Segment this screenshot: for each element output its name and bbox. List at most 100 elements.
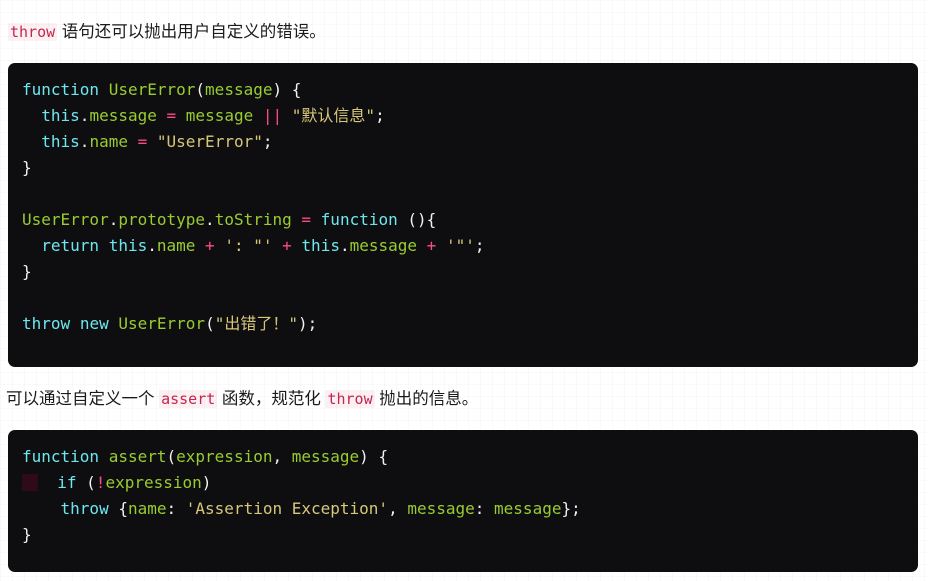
- code-token-punc: {: [108, 499, 128, 518]
- code-line: throw new UserError("出错了！");: [8, 311, 918, 337]
- code-token-param: message: [494, 499, 562, 518]
- code-token-str: ': "': [224, 236, 273, 255]
- paragraph-assert-prefix: 可以通过自定义一个: [6, 390, 160, 408]
- code-token-str: 'Assertion Exception': [185, 499, 389, 518]
- code-line: }: [8, 522, 918, 548]
- code-token-punc: [38, 473, 57, 492]
- code-token-fn: toString: [214, 210, 292, 229]
- code-token-op: =: [301, 210, 312, 229]
- code-token-punc: };: [561, 499, 581, 518]
- code-line: return this.name + ': "' + this.message …: [8, 233, 918, 259]
- code-line: function UserError(message) {: [8, 77, 918, 103]
- inline-code-assert: assert: [159, 390, 218, 408]
- paragraph-throw-intro: throw 语句还可以抛出用户自定义的错误。: [8, 20, 326, 45]
- code-token-kw: this: [301, 236, 340, 255]
- code-token-punc: [195, 236, 205, 255]
- code-block-usererror[interactable]: function UserError(message) { this. messa…: [8, 63, 918, 367]
- code-token-punc: ;: [262, 132, 273, 151]
- code-token-param: expression: [105, 473, 202, 492]
- whitespace-marker: [22, 474, 38, 491]
- inline-code-throw: throw: [8, 23, 58, 41]
- code-token-str: "默认信息": [291, 106, 376, 125]
- code-token-dot: .: [339, 236, 350, 255]
- code-line: this.message = message || "默认信息";: [8, 103, 918, 129]
- code-token-punc: (: [195, 80, 206, 99]
- code-token-dot: .: [79, 106, 90, 125]
- code-token-punc: [176, 106, 186, 125]
- code-token-punc: ) {: [359, 447, 389, 466]
- code-token-prop: name: [89, 132, 128, 151]
- code-token-op: !: [95, 473, 106, 492]
- code-token-punc: [99, 447, 109, 466]
- code-token-punc: ,: [272, 447, 292, 466]
- code-token-punc: );: [297, 314, 318, 333]
- code-token-punc: [128, 132, 138, 151]
- code-token-op: =: [137, 132, 148, 151]
- code-token-punc: ): [201, 473, 212, 492]
- code-token-punc: ;: [474, 236, 485, 255]
- code-token-fn: prototype: [118, 210, 206, 229]
- code-token-punc: [22, 132, 41, 151]
- code-token-param: message: [291, 447, 360, 466]
- code-token-kw: function: [320, 210, 398, 229]
- paragraph-throw-intro-text: 语句还可以抛出用户自定义的错误。: [57, 23, 326, 41]
- code-token-punc: [22, 106, 41, 125]
- code-token-prop: message: [185, 106, 254, 125]
- code-token-punc: [292, 236, 302, 255]
- code-token-punc: (: [76, 473, 96, 492]
- code-token-punc: [215, 236, 225, 255]
- paragraph-assert-intro: 可以通过自定义一个 assert 函数，规范化 throw 抛出的信息。: [6, 387, 478, 412]
- code-token-punc: :: [474, 499, 495, 518]
- code-token-punc: ;: [375, 106, 385, 125]
- code-line: this.name = "UserError";: [8, 129, 918, 155]
- code-token-punc: [22, 236, 41, 255]
- code-token-kw: new: [79, 314, 109, 333]
- code-token-dot: .: [79, 132, 90, 151]
- code-token-param: expression: [176, 447, 273, 466]
- code-token-punc: [273, 236, 283, 255]
- code-line: function assert(expression, message) {: [8, 444, 918, 470]
- code-token-op: =: [166, 106, 177, 125]
- code-line: UserError.prototype.toString = function …: [8, 207, 918, 233]
- paragraph-assert-middle: 函数，规范化: [217, 390, 326, 408]
- code-token-op: ||: [262, 106, 283, 125]
- code-token-punc: [70, 314, 80, 333]
- code-token-kw: throw: [22, 314, 71, 333]
- code-token-prop: name: [156, 236, 196, 255]
- code-token-dot: .: [147, 236, 157, 255]
- code-token-op: +: [282, 236, 292, 255]
- code-token-kw: return: [41, 236, 100, 255]
- code-token-punc: [99, 236, 109, 255]
- code-token-punc: }: [22, 262, 32, 281]
- code-token-kw: if: [57, 473, 77, 492]
- code-token-fn: assert: [108, 447, 167, 466]
- code-token-punc: }: [22, 525, 32, 544]
- code-token-op: +: [205, 236, 215, 255]
- code-token-param: message: [407, 499, 475, 518]
- code-token-param: message: [205, 80, 273, 99]
- code-token-punc: [147, 132, 157, 151]
- code-token-punc: (: [205, 314, 215, 333]
- code-token-punc: [109, 314, 119, 333]
- code-token-punc: [282, 106, 292, 125]
- code-token-kw: this: [41, 106, 80, 125]
- code-token-punc: }: [22, 158, 32, 177]
- code-token-punc: [253, 106, 263, 125]
- code-line: }: [8, 259, 918, 285]
- code-token-dot: .: [108, 210, 119, 229]
- code-line: throw {name: 'Assertion Exception', mess…: [8, 496, 918, 522]
- code-token-punc: [436, 236, 446, 255]
- code-token-dot: .: [205, 210, 215, 229]
- code-token-str: "出错了！": [214, 314, 298, 333]
- code-token-str: "UserError": [156, 132, 263, 151]
- inline-code-throw-2: throw: [325, 390, 375, 408]
- code-token-punc: (: [166, 447, 177, 466]
- code-token-kw: this: [108, 236, 148, 255]
- code-token-punc: ) {: [272, 80, 302, 99]
- code-block-assert[interactable]: function assert(expression, message) { i…: [8, 430, 918, 572]
- code-token-op: +: [426, 236, 437, 255]
- code-token-punc: [417, 236, 427, 255]
- code-token-kw: function: [22, 80, 100, 99]
